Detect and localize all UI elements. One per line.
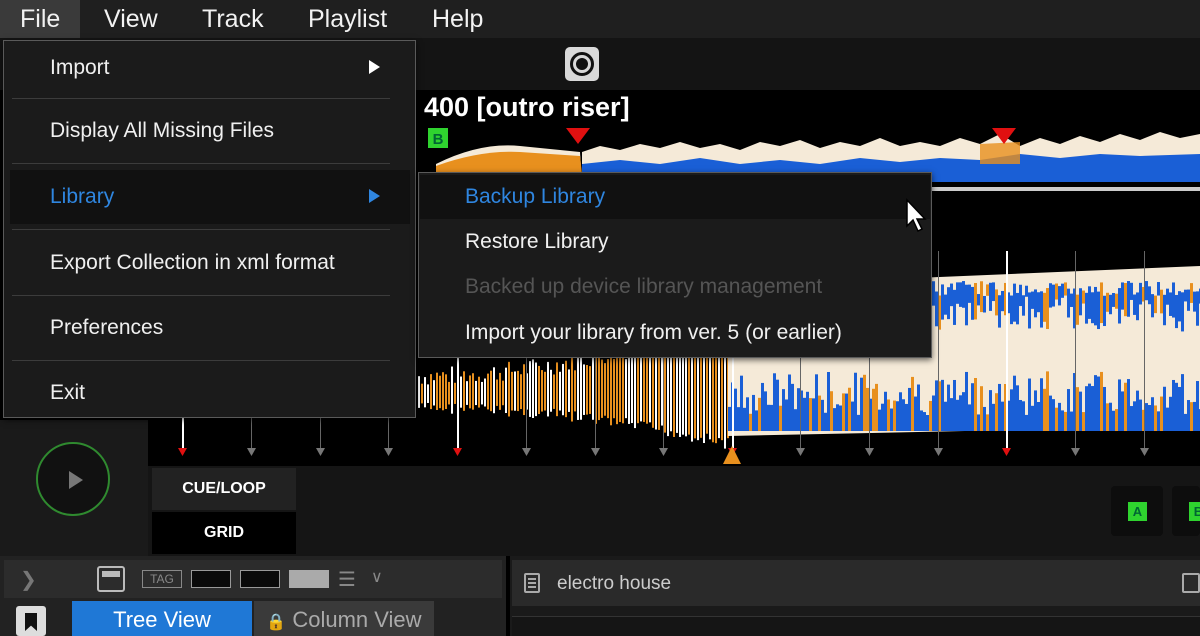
hotcue-a[interactable]: A [1111, 486, 1163, 536]
menu-help[interactable]: Help [412, 0, 503, 38]
menu-separator [12, 229, 390, 230]
library-submenu: Backup Library Restore Library Backed up… [418, 172, 932, 358]
track-title: 400 [outro riser] [424, 92, 630, 122]
menu-item-display-missing-label: Display All Missing Files [50, 119, 275, 142]
tab-tree-view[interactable]: Tree View [72, 601, 252, 636]
layout-box-1[interactable] [191, 570, 231, 588]
hotcue-b[interactable]: B [1172, 486, 1200, 536]
overview-marker-b: B [433, 131, 444, 148]
menu-item-import-label: Import [50, 56, 110, 79]
submenu-item-restore-library[interactable]: Restore Library [420, 220, 930, 264]
track-list-row[interactable] [512, 616, 1200, 636]
play-button[interactable] [36, 442, 110, 516]
tab-column-view-label: Column View [292, 607, 422, 632]
playlist-name: electro house [557, 573, 672, 594]
menu-item-library-label: Library [50, 185, 115, 208]
layout-box-3[interactable] [289, 570, 329, 588]
menu-item-preferences[interactable]: Preferences [10, 301, 410, 355]
menu-item-export-xml[interactable]: Export Collection in xml format [10, 236, 410, 290]
hotcue-a-label: A [1128, 502, 1147, 521]
expand-chevron-icon[interactable]: ❯ [20, 567, 37, 592]
menu-separator [12, 163, 390, 164]
hotcue-b-label: B [1189, 502, 1200, 521]
menu-item-display-missing[interactable]: Display All Missing Files [10, 104, 410, 158]
tab-grid[interactable]: GRID [152, 512, 296, 554]
menu-item-library[interactable]: Library [10, 170, 410, 224]
bookmark-icon[interactable] [16, 606, 46, 636]
menu-separator [12, 98, 390, 99]
playlist-options-icon[interactable] [1182, 573, 1200, 593]
menu-item-import[interactable]: Import [10, 41, 410, 95]
menu-item-preferences-label: Preferences [50, 316, 164, 339]
window-layout-icon[interactable] [97, 566, 125, 592]
mouse-cursor-icon [906, 198, 927, 233]
tab-column-view[interactable]: 🔒 Column View [254, 601, 434, 636]
menu-playlist[interactable]: Playlist [288, 0, 407, 38]
file-menu-dropdown: Import Display All Missing Files Library… [3, 40, 416, 418]
tab-cue-loop[interactable]: CUE/LOOP [152, 468, 296, 510]
menu-file[interactable]: File [0, 0, 81, 38]
playlist-icon [524, 573, 540, 593]
chevron-down-icon[interactable]: ∨ [371, 567, 383, 587]
menu-view[interactable]: View [84, 0, 178, 38]
play-icon [69, 471, 83, 489]
menu-item-export-xml-label: Export Collection in xml format [50, 251, 335, 274]
menu-separator [12, 360, 390, 361]
menu-item-exit-label: Exit [50, 381, 86, 404]
submenu-arrow-icon [369, 60, 380, 74]
menu-item-exit[interactable]: Exit [10, 366, 410, 420]
submenu-item-device-library-management: Backed up device library management [465, 275, 823, 298]
menu-track[interactable]: Track [182, 0, 284, 38]
tag-button[interactable]: TAG [142, 570, 182, 588]
record-button[interactable] [565, 47, 599, 81]
submenu-item-backup-library[interactable]: Backup Library [420, 175, 930, 219]
layout-box-2[interactable] [240, 570, 280, 588]
deck-bottom-strip [148, 466, 1200, 556]
submenu-arrow-icon [369, 189, 380, 203]
list-menu-icon[interactable]: ☰ [338, 567, 356, 592]
lock-icon: 🔒 [266, 614, 287, 631]
menu-bar: File View Track Playlist Help [0, 0, 1200, 38]
submenu-item-import-ver5[interactable]: Import your library from ver. 5 (or earl… [420, 311, 930, 355]
menu-separator [12, 295, 390, 296]
